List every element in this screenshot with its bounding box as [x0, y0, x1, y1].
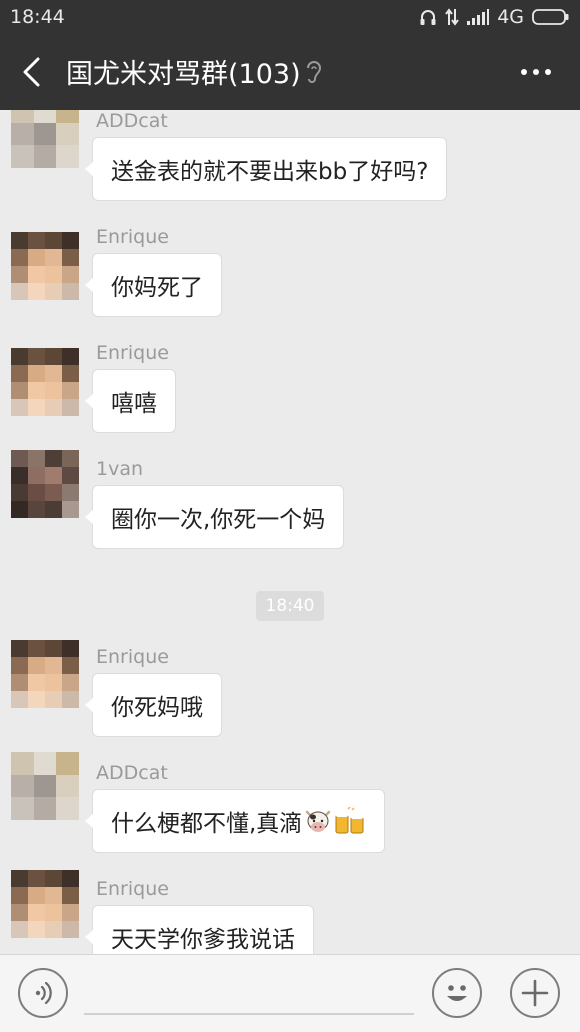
more-icon	[521, 69, 551, 75]
back-arrow-icon	[23, 57, 40, 87]
sender-name: Enrique	[96, 646, 169, 668]
battery-icon	[532, 9, 569, 25]
sender-name: ADDcat	[96, 762, 168, 784]
avatar[interactable]	[11, 870, 79, 938]
plus-button[interactable]	[510, 968, 560, 1018]
cow-emoji-icon	[306, 810, 331, 832]
message-text: 圈你一次,你死一个妈	[111, 507, 326, 533]
more-button[interactable]	[520, 62, 552, 82]
message-input[interactable]	[84, 973, 418, 1015]
sender-name: 1van	[96, 458, 144, 480]
chat-header: 国尤米对骂群(103)	[0, 34, 580, 110]
avatar[interactable]	[11, 752, 79, 820]
input-underline	[84, 1013, 414, 1015]
voice-icon	[35, 981, 52, 1005]
message-bubble[interactable]: 圈你一次,你死一个妈	[84, 486, 344, 548]
plus-icon	[521, 979, 549, 1007]
message-bubble[interactable]: 嘻嘻	[85, 370, 175, 432]
message-text: 天天学你爹我说话	[111, 927, 295, 953]
message-text: 什么梗都不懂,真滴	[111, 811, 303, 837]
earpiece-icon	[304, 58, 324, 86]
avatar[interactable]	[11, 348, 79, 416]
status-time: 18:44	[10, 6, 65, 28]
message-input-field[interactable]	[84, 955, 418, 1031]
status-icons: 4G	[419, 6, 570, 28]
message-bubble[interactable]: 你妈死了	[85, 254, 221, 316]
voice-button[interactable]	[18, 968, 68, 1018]
headphones-icon	[420, 10, 436, 25]
avatar[interactable]	[11, 110, 79, 168]
status-bar: 18:44 4G	[0, 0, 580, 34]
emoji-button[interactable]	[432, 968, 482, 1018]
avatar[interactable]	[11, 640, 79, 708]
message-text: 你死妈哦	[111, 695, 203, 721]
avatar[interactable]	[11, 232, 79, 300]
message-text: 你妈死了	[111, 275, 203, 301]
beer-emoji-icon	[335, 807, 364, 834]
message-bubble[interactable]: 天天学你爹我说话	[85, 906, 313, 954]
sender-name: ADDcat	[96, 110, 168, 132]
network-type: 4G	[497, 6, 524, 28]
message-bubble[interactable]: 什么梗都不懂,真滴	[84, 790, 385, 852]
chat-title: 国尤米对骂群(103)	[66, 59, 301, 90]
sender-name: Enrique	[96, 342, 169, 364]
message-bubble[interactable]: 你死妈哦	[85, 674, 221, 736]
time-divider: 18:40	[256, 591, 324, 621]
message-text: 送金表的就不要出来bb了好吗?	[111, 159, 429, 185]
chat-message-list[interactable]: ADDcat 送金表的就不要出来bb了好吗? Enrique 你妈死了 Enri…	[0, 110, 580, 954]
sender-name: Enrique	[96, 226, 169, 248]
message-text: 嘻嘻	[111, 391, 157, 417]
chat-input-bar	[0, 954, 580, 1032]
data-transfer-icon	[445, 8, 459, 26]
message-bubble[interactable]: 送金表的就不要出来bb了好吗?	[84, 138, 447, 200]
sender-name: Enrique	[96, 878, 169, 900]
signal-icon	[467, 9, 490, 25]
back-button[interactable]	[14, 52, 50, 92]
emoji-icon	[447, 985, 467, 1001]
avatar[interactable]	[11, 450, 79, 518]
